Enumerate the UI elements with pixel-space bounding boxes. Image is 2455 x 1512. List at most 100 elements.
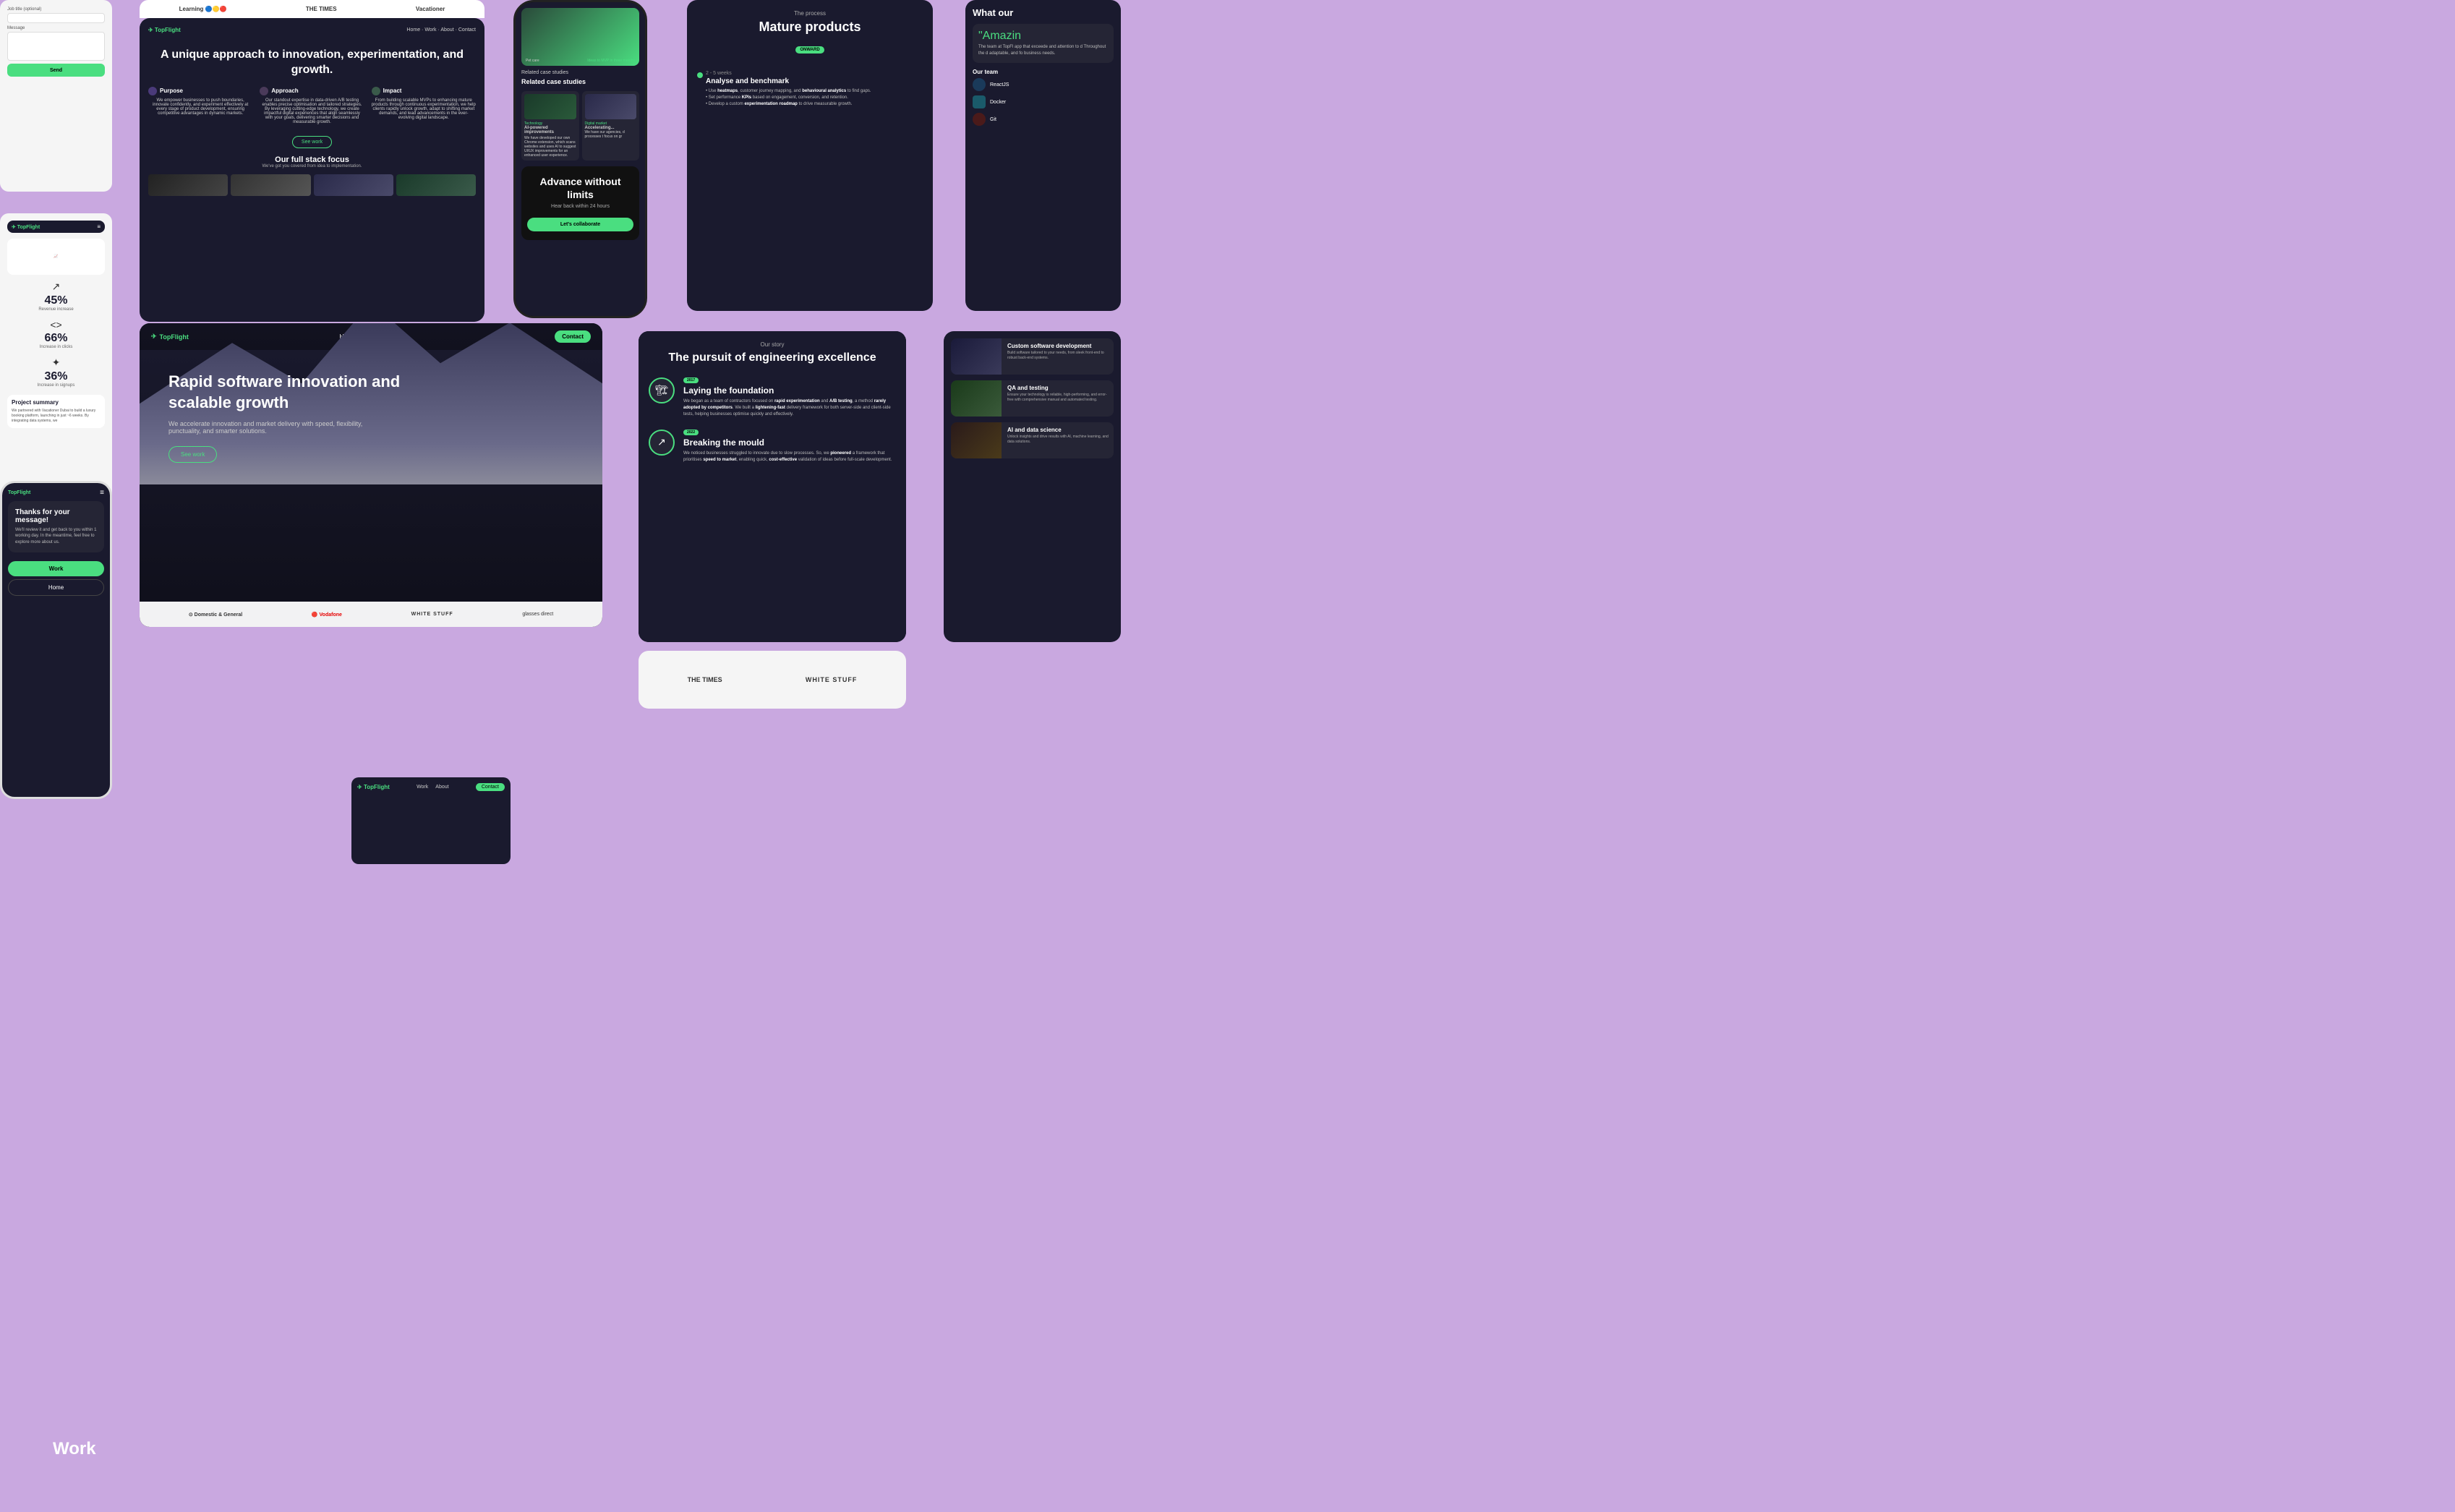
mobile-topbar: TopFlight ≡ (8, 489, 104, 497)
laptop-hero-title: Rapid software innovation and scalable g… (168, 372, 422, 413)
main-laptop-nav-links: Home · Work · About · Contact (406, 27, 476, 33)
logo-domestic: ⊙ Domestic & General (189, 612, 242, 618)
step-dot-1 (697, 72, 703, 78)
times-logo: THE TIMES (306, 6, 337, 12)
service-card-ai: AI and data science Unlock insights and … (951, 422, 1114, 458)
purpose-heading: Purpose (160, 87, 183, 94)
collaborate-button[interactable]: Let's collaborate (527, 218, 633, 231)
mobile-menu-icon: ≡ (97, 223, 101, 230)
mobile-menu-btn[interactable]: ≡ (100, 489, 104, 497)
portfolio-image-4 (396, 174, 476, 196)
ai-card-image (524, 94, 576, 119)
story-step-2-icon: ↗ (649, 430, 675, 456)
tech-list: ReactJS Docker Git (973, 78, 1114, 126)
our-team-label: Our team (973, 69, 1114, 75)
digital-case-card: Digital market Accelerating... We have o… (582, 91, 640, 161)
white-stuff-logo-bottom: WHITE STUFF (806, 676, 858, 683)
ai-service-title: AI and data science (1007, 427, 1109, 433)
tech-item-docker: Docker (973, 95, 1114, 108)
logo-vodafone: 🔴 Vodafone (312, 612, 342, 618)
project-summary-box: Project summary We partnered with Vacati… (7, 395, 105, 428)
portfolio-image-2 (231, 174, 310, 196)
logo-white-stuff: WHITE STUFF (411, 612, 453, 617)
process-section-title: Mature products (697, 20, 923, 35)
git-icon (973, 113, 986, 126)
small-laptop-logo: ✈ TopFlight (357, 784, 390, 790)
ai-service-text: Unlock insights and drive results with A… (1007, 435, 1109, 445)
story-step-2: ↗ 2022 Breaking the mould We noticed bus… (649, 430, 896, 464)
step-name-1: Analyse and benchmark (706, 77, 923, 85)
testimonial-quote: "Amazin (978, 30, 1108, 43)
project-summary-title: Project summary (12, 399, 101, 406)
small-laptop-nav: ✈ TopFlight Work About Contact (357, 783, 505, 791)
qa-text: Ensure your technology is reliable, high… (1007, 393, 1109, 403)
main-laptop-nav: ✈ TopFlight Home · Work · About · Contac… (148, 27, 476, 33)
ai-card-title: AI-powered improvements (524, 126, 576, 134)
work-button-mobile[interactable]: Work (8, 561, 104, 576)
thank-you-title: Thanks for your message! (15, 508, 97, 524)
small-contact-btn[interactable]: Contact (476, 783, 505, 791)
main-laptop-device: ✈ TopFlight Home · Work · About · Contac… (140, 18, 484, 322)
case-studies-label: Related case studies (521, 70, 639, 75)
custom-dev-image (951, 338, 1002, 375)
laptop-bottom-device: ✈ TopFlight Home Work About Contact Rapi… (140, 323, 602, 627)
step-week-1: 2 - 5 weeks (706, 71, 923, 76)
service-card-qa: QA and testing Ensure your technology is… (951, 380, 1114, 417)
advance-section: Advance without limits Hear back within … (521, 166, 639, 240)
mobile-logo: TopFlight (8, 490, 30, 495)
small-laptop-device: ✈ TopFlight Work About Contact (351, 777, 511, 864)
step-title-2: Breaking the mould (683, 437, 896, 448)
services-panel-device: Custom software development Build softwa… (944, 331, 1121, 642)
year-badge-1: 2017 (683, 377, 699, 383)
logo-glasses-direct: glasses direct (522, 612, 553, 617)
message-input[interactable] (7, 32, 105, 61)
custom-dev-title: Custom software development (1007, 343, 1109, 349)
chart-placeholder: 📈 (54, 255, 58, 259)
step-title-1: Laying the foundation (683, 385, 896, 396)
revenue-value: 45% (7, 294, 105, 307)
logo-icon: ✈ (151, 333, 157, 341)
send-button[interactable]: Send (7, 64, 105, 77)
see-work-button[interactable]: See work (292, 136, 332, 148)
portfolio-image-1 (148, 174, 228, 196)
small-nav-about[interactable]: About (435, 785, 448, 790)
times-logo-bottom: THE TIMES (688, 676, 722, 683)
bottom-logos-strip: THE TIMES WHITE STUFF (639, 651, 906, 709)
mobile-header-bar: ✈ TopFlight ≡ (7, 221, 105, 233)
onward-badge: ONWARD (795, 46, 824, 54)
mobile-bottom-device: TopFlight ≡ Thanks for your message! We'… (0, 481, 112, 799)
story-label: Our story (649, 341, 896, 348)
advance-title: Advance without limits (527, 175, 633, 201)
project-summary-text: We partnered with Vacationer Dubai to bu… (12, 409, 101, 424)
job-title-input[interactable] (7, 13, 105, 23)
react-icon (973, 78, 986, 91)
vacationer-logo: Vacationer (416, 6, 445, 12)
git-label: Git (990, 117, 996, 122)
ai-card-text: We have developed our own Chrome extensi… (524, 136, 576, 158)
year-badge-2: 2022 (683, 430, 699, 435)
mobile-logo-small: ✈ TopFlight (12, 224, 40, 230)
laptop-hero-section: Rapid software innovation and scalable g… (140, 350, 602, 484)
main-laptop-logo: ✈ TopFlight (148, 27, 181, 33)
process-section-label: The process (697, 10, 923, 17)
step-text-2: We noticed businesses struggled to innov… (683, 450, 896, 464)
far-right-panel-device: What our "Amazin The team at TopFl app t… (965, 0, 1121, 311)
phone-right-device: Pet care Ideas to MVP in three months Re… (513, 0, 647, 318)
custom-dev-text: Build software tailored to your needs, f… (1007, 351, 1109, 361)
docker-icon (973, 95, 986, 108)
contact-nav-button[interactable]: Contact (555, 330, 591, 343)
small-nav-work[interactable]: Work (417, 785, 428, 790)
clicks-label: Increase in clicks (7, 345, 105, 349)
home-button-mobile[interactable]: Home (8, 579, 104, 596)
signups-icon: ✦ (7, 356, 105, 369)
signups-label: Increase in signups (7, 383, 105, 388)
purpose-text: We empower businesses to push boundaries… (148, 98, 252, 116)
tech-item-git: Git (973, 113, 1114, 126)
qa-image (951, 380, 1002, 417)
impact-text: From building scalable MVPs to enhancing… (372, 98, 476, 120)
testimonial-text: The team at TopFl app that exceede and a… (978, 44, 1108, 57)
story-tablet-device: Our story The pursuit of engineering exc… (639, 331, 906, 642)
work-label: Work (53, 1439, 96, 1459)
see-work-green-button[interactable]: See work (168, 446, 217, 463)
phone-hero-image: Pet care Ideas to MVP in three months (521, 8, 639, 66)
